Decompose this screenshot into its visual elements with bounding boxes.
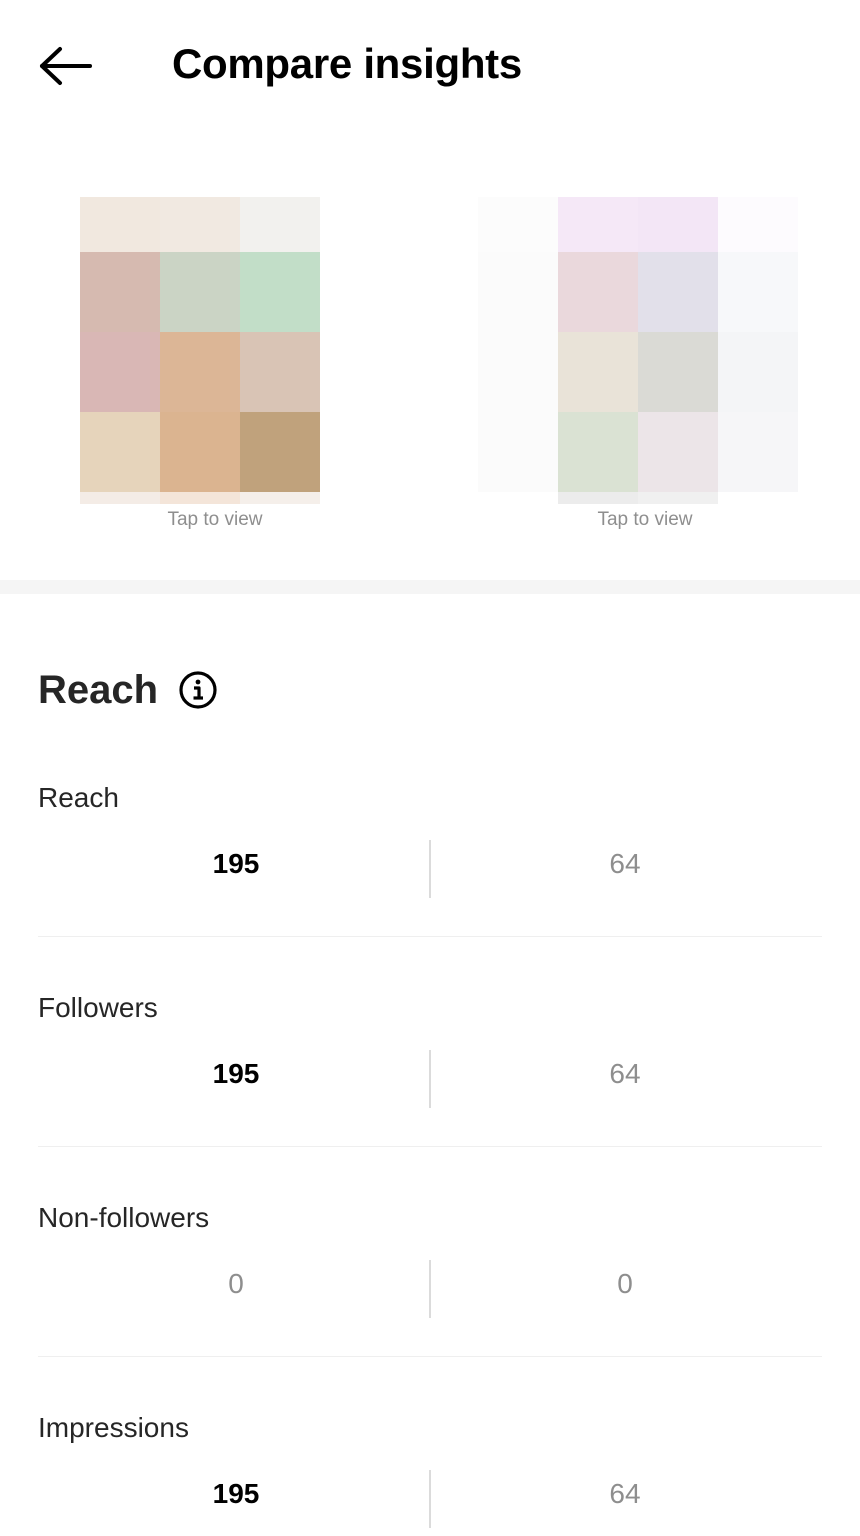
- page-title: Compare insights: [172, 40, 522, 87]
- post-image-b: [478, 197, 798, 504]
- image-pixel: [160, 332, 240, 412]
- image-pixel: [80, 332, 160, 412]
- image-pixel: [558, 492, 638, 504]
- image-pixel: [478, 252, 558, 332]
- post-thumbnail-a[interactable]: Tap to view: [80, 197, 320, 530]
- metric-label: Non-followers: [38, 1202, 210, 1233]
- metric-label: Reach: [38, 782, 119, 813]
- post-thumbnail-b[interactable]: Tap to view: [478, 197, 798, 530]
- image-pixel: [558, 197, 638, 252]
- metric-value-a: 195: [212, 1478, 260, 1509]
- info-circle-icon[interactable]: [178, 670, 218, 710]
- metric-label: Impressions: [38, 1412, 189, 1443]
- image-pixel: [638, 197, 718, 252]
- image-pixel: [638, 332, 718, 412]
- image-pixel: [718, 197, 798, 252]
- image-pixel: [638, 492, 718, 504]
- section-title: Reach: [38, 668, 159, 712]
- row-divider: [38, 1356, 822, 1357]
- image-pixel: [160, 492, 240, 504]
- image-pixel: [478, 412, 558, 492]
- metric-label: Followers: [38, 992, 158, 1023]
- metric-value-b: 0: [617, 1268, 633, 1299]
- image-pixel: [80, 492, 160, 504]
- back-button[interactable]: [30, 40, 102, 96]
- metric-value-a: 0: [228, 1268, 244, 1299]
- header: Compare insights: [0, 0, 860, 130]
- image-pixel: [240, 252, 320, 332]
- image-pixel: [240, 332, 320, 412]
- image-pixel: [638, 412, 718, 492]
- image-pixel: [478, 332, 558, 412]
- section-heading: Reach: [38, 662, 218, 718]
- image-pixel: [80, 412, 160, 492]
- column-divider: [429, 1260, 431, 1318]
- post-image-a: [80, 197, 320, 504]
- image-pixel: [638, 252, 718, 332]
- tap-to-view-label-b: Tap to view: [597, 509, 693, 530]
- metric-value-a: 195: [212, 1058, 260, 1089]
- image-pixel: [478, 492, 558, 504]
- image-pixel: [718, 332, 798, 412]
- image-pixel: [558, 252, 638, 332]
- image-pixel: [558, 412, 638, 492]
- image-pixel: [240, 197, 320, 252]
- metric-value-b: 64: [609, 1058, 641, 1089]
- metric-value-a: 195: [212, 848, 260, 879]
- image-pixel: [558, 332, 638, 412]
- column-divider: [429, 840, 431, 898]
- row-divider: [38, 936, 822, 937]
- image-pixel: [240, 492, 320, 504]
- tap-to-view-label-a: Tap to view: [167, 509, 263, 530]
- image-pixel: [80, 252, 160, 332]
- image-pixel: [160, 197, 240, 252]
- image-pixel: [160, 412, 240, 492]
- column-divider: [429, 1050, 431, 1108]
- column-divider: [429, 1470, 431, 1528]
- image-pixel: [80, 197, 160, 252]
- image-pixel: [718, 492, 798, 504]
- image-pixel: [718, 252, 798, 332]
- metric-value-b: 64: [609, 1478, 641, 1509]
- image-pixel: [160, 252, 240, 332]
- image-pixel: [718, 412, 798, 492]
- arrow-left-icon: [38, 46, 94, 91]
- metric-value-b: 64: [609, 848, 641, 879]
- image-pixel: [240, 412, 320, 492]
- image-pixel: [478, 197, 558, 252]
- row-divider: [38, 1146, 822, 1147]
- section-divider: [0, 580, 860, 594]
